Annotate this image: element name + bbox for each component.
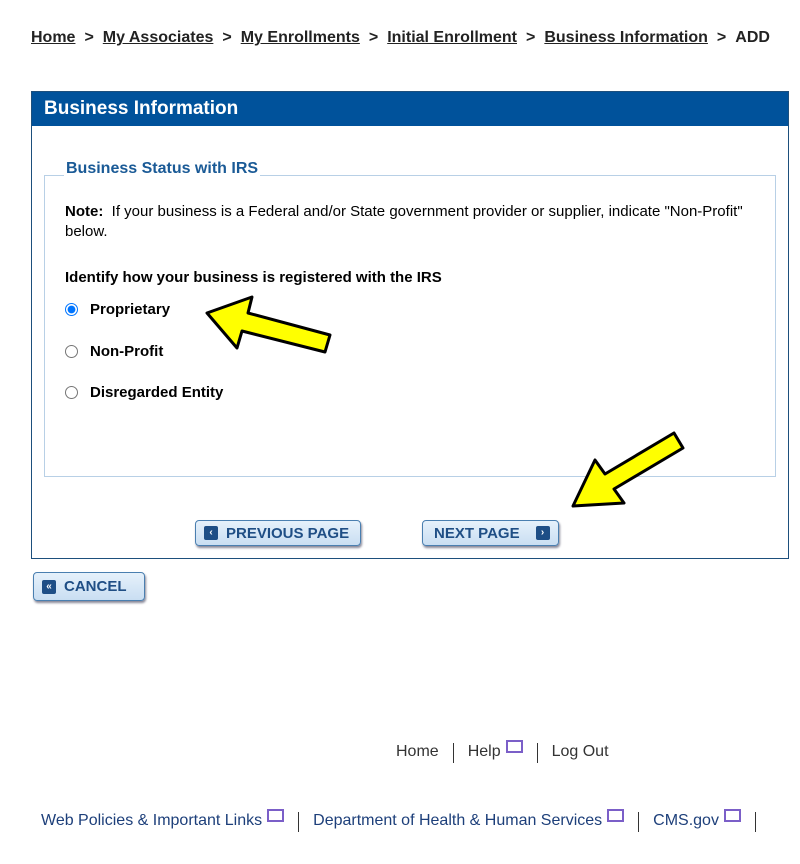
external-link-icon bbox=[267, 809, 285, 822]
footer-nav: Home Help Log Out bbox=[396, 740, 609, 763]
arrow-icon bbox=[571, 431, 685, 508]
cms-link[interactable]: CMS.gov bbox=[653, 809, 741, 832]
web-policies-link[interactable]: Web Policies & Important Links bbox=[41, 809, 285, 832]
footer-logout-link[interactable]: Log Out bbox=[552, 743, 609, 763]
annotation-arrows bbox=[205, 295, 685, 508]
footer-bottom-links: Web Policies & Important Links Departmen… bbox=[41, 809, 770, 832]
arrow-icon bbox=[205, 295, 332, 354]
footer-help-link[interactable]: Help bbox=[468, 740, 523, 763]
hhs-link[interactable]: Department of Health & Human Services bbox=[313, 809, 625, 832]
footer-home-link[interactable]: Home bbox=[396, 743, 439, 763]
external-link-icon bbox=[505, 740, 523, 753]
external-link-icon bbox=[723, 809, 741, 822]
external-link-icon bbox=[607, 809, 625, 822]
